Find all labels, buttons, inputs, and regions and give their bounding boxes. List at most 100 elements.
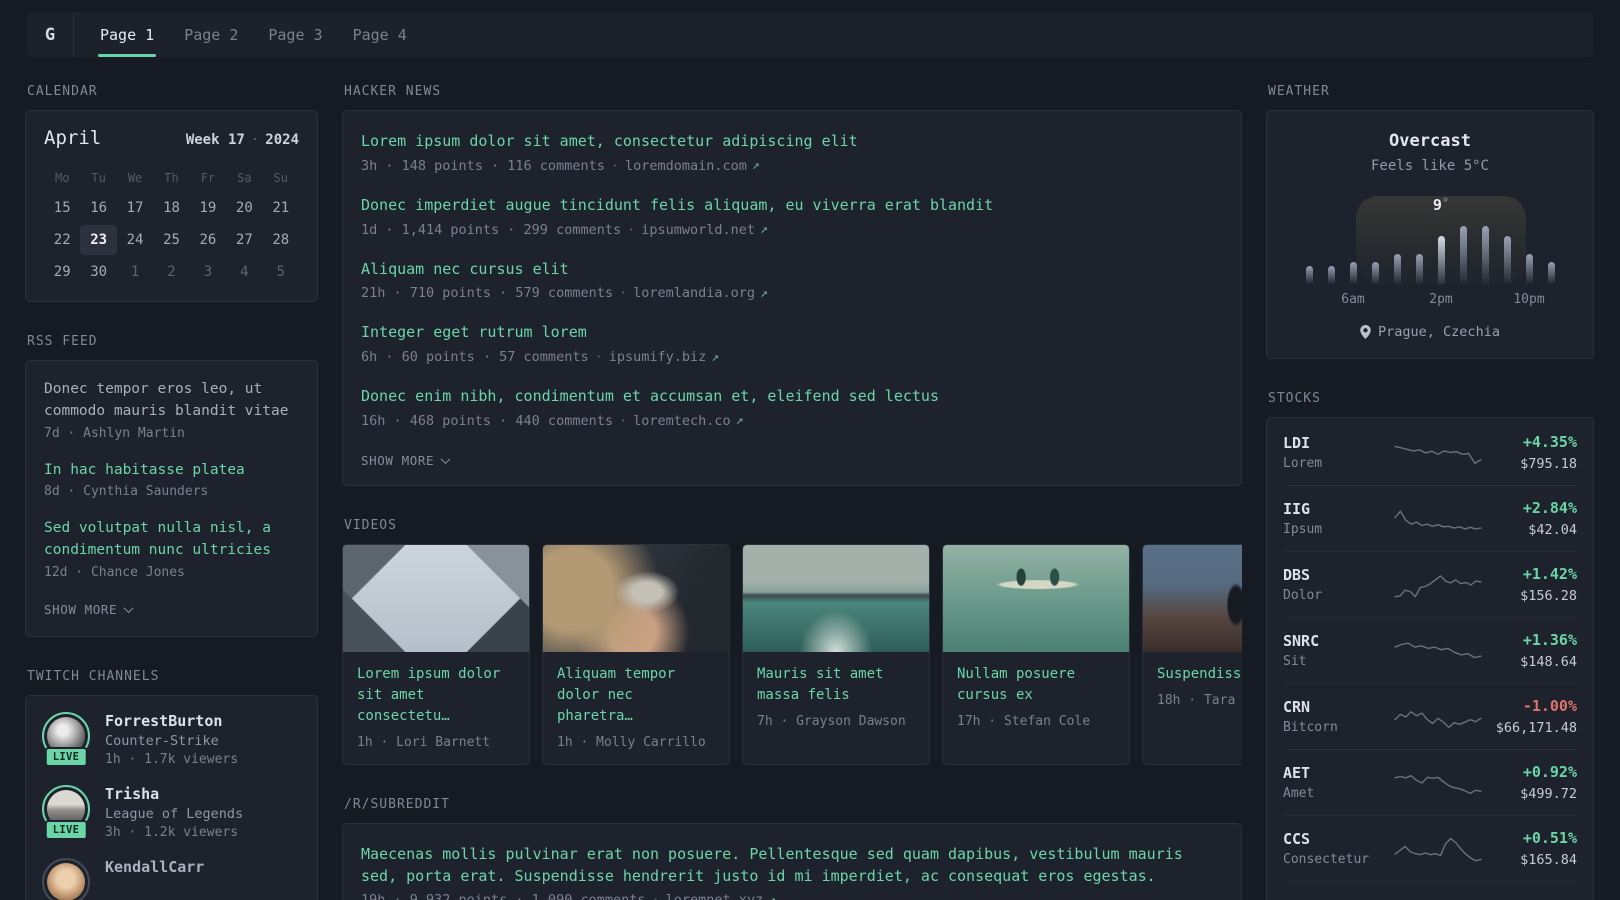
hackernews-show-more-button[interactable]: SHOW MORE bbox=[361, 453, 451, 468]
hackernews-item-domain-link[interactable]: loremlandia.org bbox=[633, 285, 755, 301]
hackernews-item-domain-link[interactable]: ipsumify.biz bbox=[609, 349, 707, 365]
tab-page-1[interactable]: Page 1 bbox=[98, 12, 157, 57]
stock-sparkline bbox=[1393, 702, 1483, 732]
twitch-widget: TWITCH CHANNELS LIVE ForrestBurton Counter… bbox=[25, 669, 318, 900]
hackernews-item-title[interactable]: Donec enim nibh, condimentum et accumsan… bbox=[361, 386, 1223, 408]
video-meta: 1h · Molly Carrillo bbox=[557, 734, 706, 750]
rss-item-meta: 7d · Ashlyn Martin bbox=[44, 425, 185, 441]
twitch-avatar-ring: LIVE bbox=[42, 784, 90, 840]
rss-list: Donec tempor eros leo, ut commodo mauris… bbox=[44, 379, 299, 580]
stock-row[interactable]: CRN Bitcorn -1.00% $66,171.48 bbox=[1283, 683, 1577, 749]
stock-row[interactable]: AHS+0.46% bbox=[1283, 881, 1577, 900]
subreddit-post-title[interactable]: Maecenas mollis pulvinar erat non posuer… bbox=[361, 844, 1223, 888]
rss-item-title[interactable]: In hac habitasse platea bbox=[44, 460, 299, 482]
stock-row[interactable]: DBS Dolor +1.42% $156.28 bbox=[1283, 551, 1577, 617]
twitch-section-label: TWITCH CHANNELS bbox=[27, 668, 160, 684]
video-title[interactable]: Suspendisse diam bbox=[1157, 664, 1242, 685]
hackernews-item-domain-link[interactable]: ipsumworld.net bbox=[641, 222, 755, 238]
video-meta: 7h · Grayson Dawson bbox=[757, 713, 906, 729]
twitch-channel-meta: 3h · 1.2k viewers bbox=[105, 824, 239, 840]
stock-values: -1.00% $66,171.48 bbox=[1483, 697, 1577, 736]
subreddit-post-domain-link[interactable]: loremnet.xyz bbox=[666, 892, 764, 900]
stock-row[interactable]: CCS Consectetur +0.51% $165.84 bbox=[1283, 815, 1577, 881]
weather-bar-slot bbox=[1540, 262, 1562, 284]
stock-name: Ipsum bbox=[1283, 522, 1323, 537]
separator-dot: · bbox=[651, 892, 659, 900]
tab-page-3[interactable]: Page 3 bbox=[266, 12, 324, 57]
stock-row[interactable]: AET Amet +0.92% $499.72 bbox=[1283, 749, 1577, 815]
video-card-body: Aliquam tempor dolor nec pharetra… 1h · M… bbox=[543, 652, 729, 764]
video-thumbnail[interactable] bbox=[743, 544, 929, 652]
video-title[interactable]: Mauris sit amet massa felis bbox=[757, 664, 915, 706]
stock-ticker: AET bbox=[1283, 764, 1311, 782]
rss-show-more-button[interactable]: SHOW MORE bbox=[44, 602, 134, 617]
weather-card: Overcast Feels like 5°C 9° 6am 2pm 10pm Pr… bbox=[1266, 110, 1594, 359]
stock-price: $499.72 bbox=[1520, 786, 1577, 802]
stock-change: +1.42% bbox=[1522, 565, 1577, 583]
hackernews-item-domain-link[interactable]: loremtech.co bbox=[633, 413, 731, 429]
rss-item: Sed volutpat nulla nisl, a condimentum n… bbox=[44, 518, 299, 580]
video-thumbnail[interactable] bbox=[943, 544, 1129, 652]
external-link-icon: ↗ bbox=[735, 413, 744, 429]
video-title[interactable]: Aliquam tempor dolor nec pharetra… bbox=[557, 664, 715, 727]
stock-name: Consectetur bbox=[1283, 852, 1370, 867]
video-title[interactable]: Nullam posuere cursus ex bbox=[957, 664, 1115, 706]
rss-item-meta: 8d · Cynthia Saunders bbox=[44, 484, 209, 500]
stock-change: +2.84% bbox=[1522, 499, 1577, 517]
video-card: Mauris sit amet massa felis 7h · Grayson … bbox=[742, 543, 930, 765]
calendar-day: 18 bbox=[163, 200, 180, 216]
videos-widget: VIDEOS Lorem ipsum dolor sit amet consec… bbox=[342, 518, 1242, 765]
calendar-day: 3 bbox=[203, 264, 213, 280]
hackernews-item-meta-text: 6h · 60 points · 57 comments bbox=[361, 349, 589, 365]
calendar-day: 27 bbox=[235, 232, 253, 248]
stock-info: CRN Bitcorn bbox=[1283, 698, 1393, 735]
stock-row[interactable]: LDI Lorem +4.35% $795.18 bbox=[1283, 420, 1577, 485]
tab-page-2[interactable]: Page 2 bbox=[182, 12, 240, 57]
stock-name: Bitcorn bbox=[1283, 720, 1338, 735]
video-card: Suspendisse diam 18h · Tara bbox=[1142, 543, 1242, 765]
video-card: Lorem ipsum dolor sit amet consectetu… 1h… bbox=[342, 543, 530, 765]
video-thumbnail[interactable] bbox=[1143, 544, 1242, 652]
live-badge: LIVE bbox=[44, 746, 88, 767]
stock-row[interactable]: IIG Ipsum +2.84% $42.04 bbox=[1283, 485, 1577, 551]
rss-item-title[interactable]: Donec tempor eros leo, ut commodo mauris… bbox=[44, 379, 299, 423]
hackernews-item-title[interactable]: Donec imperdiet augue tincidunt felis al… bbox=[361, 195, 1223, 217]
video-thumbnail[interactable] bbox=[543, 544, 729, 652]
video-thumbnail[interactable] bbox=[343, 544, 529, 652]
hackernews-item-meta: 16h · 468 points · 440 comments · loremtec… bbox=[361, 413, 1223, 429]
calendar-section-label: CALENDAR bbox=[27, 84, 98, 99]
video-meta: 18h · Tara bbox=[1157, 692, 1236, 708]
twitch-channel-link[interactable]: KendallCarr bbox=[42, 857, 301, 900]
calendar-day: 1 bbox=[130, 264, 140, 280]
weather-bar-slot bbox=[1364, 262, 1386, 284]
calendar-week-year: Week 17 · 2024 bbox=[186, 132, 299, 148]
twitch-channel-link[interactable]: LIVE ForrestBurton Counter-Strike 1h · 1.7k… bbox=[42, 711, 301, 767]
weather-section-label: WEATHER bbox=[1268, 84, 1330, 99]
hackernews-item-title[interactable]: Aliquam nec cursus elit bbox=[361, 259, 1223, 281]
calendar-day-header: Fr bbox=[200, 171, 216, 185]
separator-dot: · bbox=[610, 157, 619, 174]
hackernews-item-domain-link[interactable]: loremdomain.com bbox=[625, 158, 747, 174]
stock-info: IIG Ipsum bbox=[1283, 500, 1393, 537]
weather-bar-slot bbox=[1474, 226, 1496, 284]
weather-bars bbox=[1298, 196, 1562, 284]
rss-item: In hac habitasse platea 8d · Cynthia Saun… bbox=[44, 460, 299, 500]
rss-item-title[interactable]: Sed volutpat nulla nisl, a condimentum n… bbox=[44, 518, 299, 562]
chevron-down-icon bbox=[440, 453, 451, 464]
stock-info: SNRC Sit bbox=[1283, 632, 1393, 669]
stock-ticker: SNRC bbox=[1283, 632, 1320, 650]
weather-bar bbox=[1305, 266, 1313, 284]
hackernews-item-title[interactable]: Integer eget rutrum lorem bbox=[361, 322, 1223, 344]
twitch-channel-name: KendallCarr bbox=[105, 857, 205, 876]
hackernews-item-title[interactable]: Lorem ipsum dolor sit amet, consectetur … bbox=[361, 131, 1223, 153]
stock-row[interactable]: SNRC Sit +1.36% $148.64 bbox=[1283, 617, 1577, 683]
video-title[interactable]: Lorem ipsum dolor sit amet consectetu… bbox=[357, 664, 515, 727]
subreddit-post: Maecenas mollis pulvinar erat non posuer… bbox=[361, 844, 1223, 900]
hackernews-item-meta-text: 16h · 468 points · 440 comments bbox=[361, 412, 613, 429]
tab-page-4[interactable]: Page 4 bbox=[351, 12, 409, 57]
weather-hour-label: 6am bbox=[1341, 292, 1365, 307]
logo-g[interactable]: G bbox=[27, 12, 74, 57]
left-column: CALENDAR April Week 17 · 2024 Mo Tu We Th Fr Sa… bbox=[25, 84, 318, 900]
twitch-channel-link[interactable]: LIVE Trisha League of Legends 3h · 1.2k vie… bbox=[42, 784, 301, 840]
stock-values: +2.84% $42.04 bbox=[1483, 499, 1577, 538]
